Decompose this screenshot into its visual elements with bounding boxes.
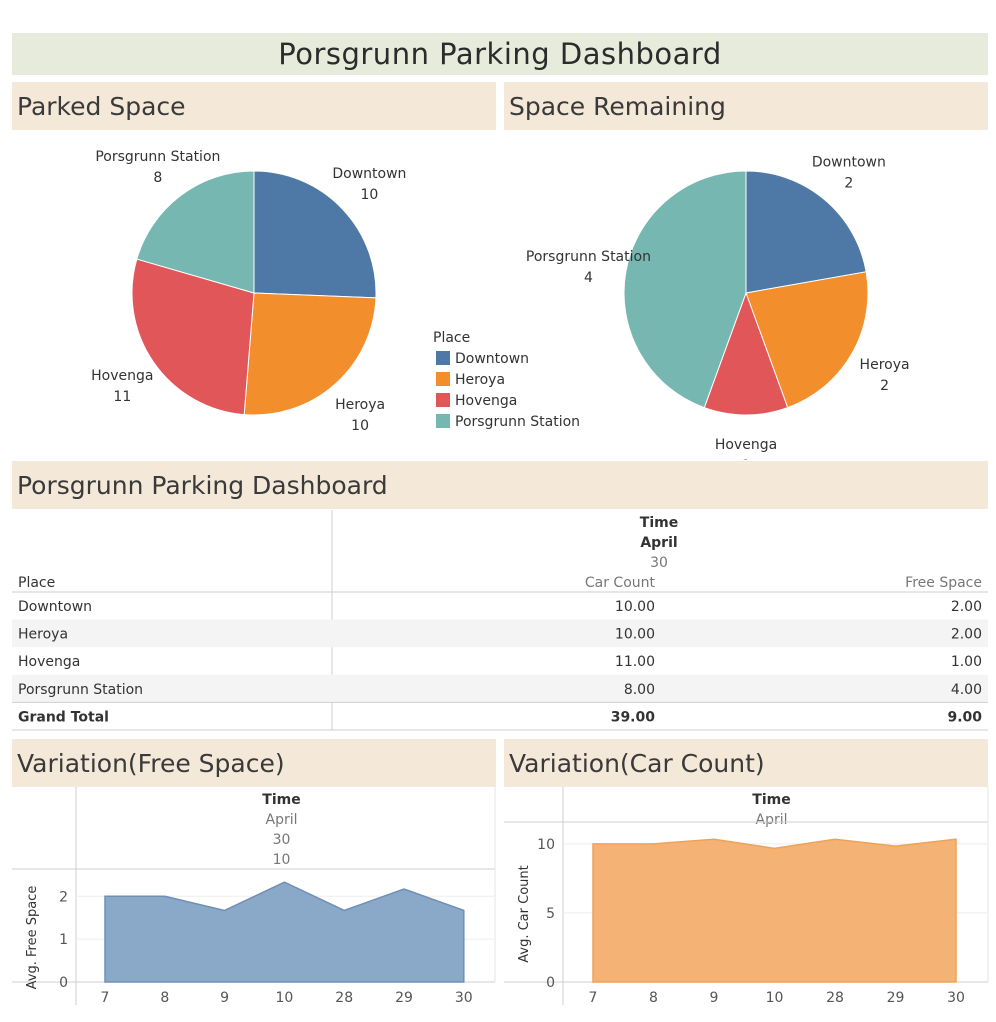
pie-value-label: 10 xyxy=(351,418,369,434)
table-row-band xyxy=(12,674,988,703)
pie-value-label: 2 xyxy=(844,175,853,191)
table-cell-free: 4.00 xyxy=(951,682,982,698)
table-cell-car: 8.00 xyxy=(624,682,655,698)
pie-label: Porsgrunn Station xyxy=(526,249,651,265)
table-cell-free: 1.00 xyxy=(951,654,982,670)
table-section-header: Porsgrunn Parking Dashboard xyxy=(12,461,988,509)
var-free-header: Variation(Free Space) xyxy=(12,739,496,787)
area-header-label: 10 xyxy=(273,852,291,868)
area-y-tick: 5 xyxy=(546,906,555,922)
table-col-car: Car Count xyxy=(585,575,656,591)
legend-title: Place xyxy=(433,330,470,346)
area-x-tick: 30 xyxy=(455,990,473,1006)
table-section-title: Porsgrunn Parking Dashboard xyxy=(17,470,388,500)
pie-label: Porsgrunn Station xyxy=(95,149,220,165)
var-car-header: Variation(Car Count) xyxy=(504,739,988,787)
area-x-tick: 9 xyxy=(710,990,719,1006)
legend-swatch xyxy=(436,372,450,386)
area-charts: Time April 30 10 0 1 2 Avg. Free Space 7 8 9 10 28 29… xyxy=(12,787,989,1006)
table-cell-free: 2.00 xyxy=(951,627,982,643)
area-x-tick: 7 xyxy=(589,990,598,1006)
pie-label: Hovenga xyxy=(715,437,777,453)
area-x-tick: 10 xyxy=(275,990,293,1006)
table-row-header: Place xyxy=(18,575,55,591)
table-cell-place: Heroya xyxy=(18,627,68,643)
pie-slice-downtown[interactable] xyxy=(253,170,377,299)
table-cell-car: 10.00 xyxy=(615,627,655,643)
area-series[interactable] xyxy=(104,881,465,983)
area-x-tick: 8 xyxy=(649,990,658,1006)
table-header-time: Time xyxy=(640,515,678,531)
area-x-tick: 30 xyxy=(947,990,965,1006)
pie-value-label: 4 xyxy=(584,270,593,286)
area-y-tick: 2 xyxy=(59,889,68,905)
table-cell-place: Grand Total xyxy=(18,709,109,725)
table-header-day: 30 xyxy=(650,555,668,571)
area-x-tick: 8 xyxy=(160,990,169,1006)
table-cell-free: 9.00 xyxy=(947,709,982,725)
area-y-tick: 10 xyxy=(537,837,555,853)
legend-item[interactable]: Hovenga xyxy=(455,393,517,409)
pie-label: Heroya xyxy=(860,357,910,373)
area-series[interactable] xyxy=(592,838,957,983)
table-cell-car: 39.00 xyxy=(611,709,656,725)
pie-label: Downtown xyxy=(812,154,886,170)
area-y-tick: 0 xyxy=(59,975,68,991)
area-y-tick: 1 xyxy=(59,932,68,948)
area-y-label: Avg. Free Space xyxy=(25,886,40,990)
legend-item[interactable]: Porsgrunn Station xyxy=(455,414,580,430)
pie-value-label: 8 xyxy=(153,170,162,186)
pie-label: Heroya xyxy=(335,397,385,413)
area-x-tick: 28 xyxy=(335,990,353,1006)
area-header-label: 30 xyxy=(273,832,291,848)
var-car-title: Variation(Car Count) xyxy=(509,748,765,778)
area-x-tick: 29 xyxy=(887,990,905,1006)
table-cell-place: Porsgrunn Station xyxy=(18,682,143,698)
table-cell-place: Hovenga xyxy=(18,654,80,670)
area-header-label: Time xyxy=(752,792,790,808)
area-x-tick: 28 xyxy=(826,990,844,1006)
legend-item[interactable]: Downtown xyxy=(455,351,529,367)
table-col-free: Free Space xyxy=(905,575,982,591)
area-header-label: April xyxy=(266,812,298,828)
table-cell-free: 2.00 xyxy=(951,599,982,615)
area-header-label: April xyxy=(756,812,788,828)
area-y-tick: 0 xyxy=(546,975,555,991)
pie-charts-area: Downtown 10 Heroya 10 Hovenga 11 Porsgrunn Sta… xyxy=(91,149,910,460)
pie-label: Downtown xyxy=(332,166,406,182)
pie-value-label: 1 xyxy=(742,458,751,460)
pie-value-label: 10 xyxy=(360,187,378,203)
crosstab-table: Time April 30 Place Car Count Free Space Downt… xyxy=(12,510,988,731)
dashboard-title: Porsgrunn Parking Dashboard xyxy=(278,37,722,71)
area-x-tick: 9 xyxy=(220,990,229,1006)
pie-value-label: 2 xyxy=(880,378,889,394)
table-cell-place: Downtown xyxy=(18,599,92,615)
table-header-month: April xyxy=(640,535,677,551)
area-header-label: Time xyxy=(262,792,300,808)
legend-swatch xyxy=(436,393,450,407)
parked-space-title: Parked Space xyxy=(17,91,186,121)
table-cell-car: 10.00 xyxy=(615,599,655,615)
area-x-tick: 29 xyxy=(395,990,413,1006)
legend-swatch xyxy=(436,414,450,428)
legend-item[interactable]: Heroya xyxy=(455,372,505,388)
parked-space-header: Parked Space xyxy=(12,82,496,130)
area-x-tick: 7 xyxy=(101,990,110,1006)
space-remaining-header: Space Remaining xyxy=(504,82,988,130)
area-y-label: Avg. Car Count xyxy=(517,865,532,962)
space-remaining-title: Space Remaining xyxy=(509,91,726,121)
table-cell-car: 11.00 xyxy=(615,654,655,670)
area-x-tick: 10 xyxy=(766,990,784,1006)
var-free-title: Variation(Free Space) xyxy=(17,748,285,778)
legend-swatch xyxy=(436,351,450,365)
table-row-band xyxy=(12,619,988,648)
dashboard-title-bar: Porsgrunn Parking Dashboard xyxy=(12,33,988,75)
pie-value-label: 11 xyxy=(113,389,131,405)
pie-label: Hovenga xyxy=(91,368,153,384)
